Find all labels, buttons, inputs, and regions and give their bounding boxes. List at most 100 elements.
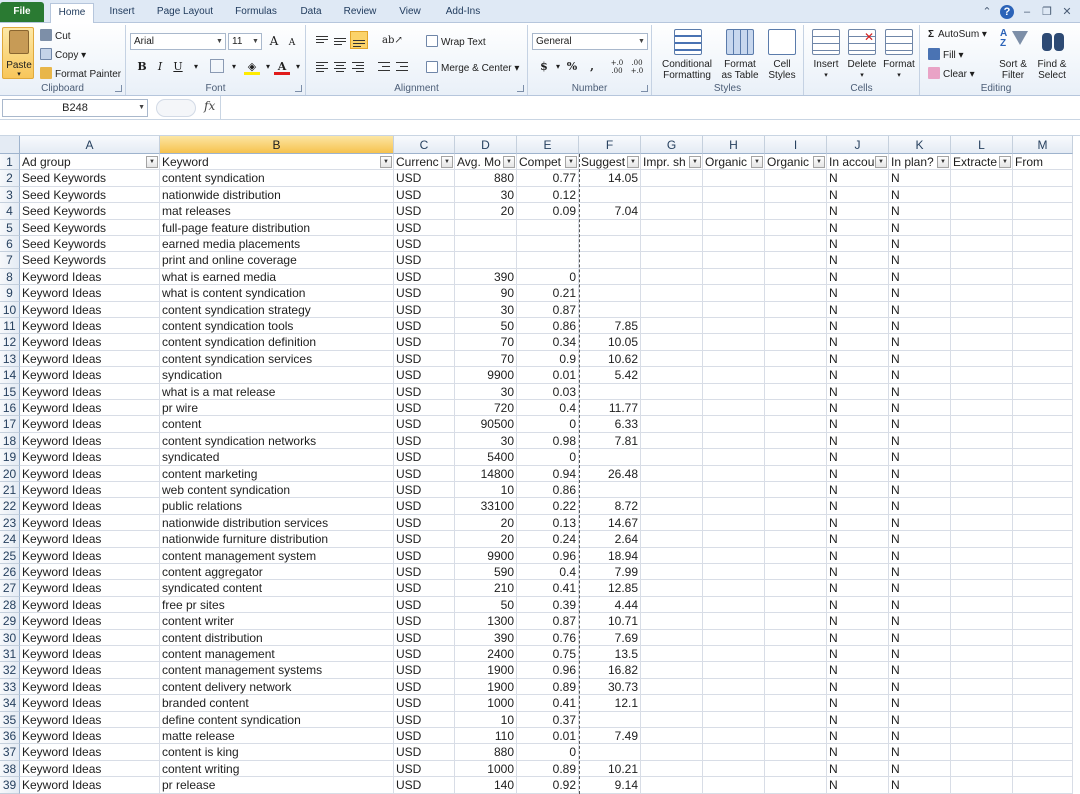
table-cell[interactable]: N: [827, 170, 889, 187]
table-cell[interactable]: 110: [455, 728, 517, 745]
table-cell[interactable]: 0.01: [517, 728, 579, 745]
table-cell[interactable]: 0.41: [517, 695, 579, 712]
table-cell[interactable]: Seed Keywords: [20, 203, 160, 220]
row-header[interactable]: 29: [0, 613, 20, 630]
table-cell[interactable]: Seed Keywords: [20, 236, 160, 253]
table-cell[interactable]: N: [889, 268, 951, 286]
table-cell[interactable]: [641, 646, 703, 663]
table-cell[interactable]: Keyword Ideas: [20, 367, 160, 384]
row-header[interactable]: 34: [0, 695, 20, 712]
table-cell[interactable]: [641, 629, 703, 646]
table-cell[interactable]: [579, 285, 641, 302]
table-cell[interactable]: [641, 301, 703, 318]
table-cell[interactable]: USD: [394, 268, 455, 286]
table-cell[interactable]: [951, 711, 1013, 728]
increase-decimal-button[interactable]: +.0 .00: [608, 59, 626, 75]
column-header-h[interactable]: H: [703, 136, 765, 154]
table-cell[interactable]: Keyword Ideas: [20, 285, 160, 302]
table-cell[interactable]: 0.13: [517, 514, 579, 532]
table-cell[interactable]: [1013, 580, 1073, 597]
table-cell[interactable]: 7.85: [579, 318, 641, 335]
table-cell[interactable]: [703, 350, 765, 368]
table-cell[interactable]: 0.89: [517, 678, 579, 696]
table-cell[interactable]: content delivery network: [160, 678, 394, 696]
table-cell[interactable]: 0.86: [517, 482, 579, 499]
table-cell[interactable]: content syndication services: [160, 350, 394, 368]
table-cell[interactable]: [1013, 432, 1073, 450]
table-cell[interactable]: pr release: [160, 777, 394, 794]
row-header[interactable]: 25: [0, 547, 20, 564]
table-cell[interactable]: [641, 449, 703, 466]
table-cell[interactable]: [951, 318, 1013, 335]
table-cell[interactable]: [765, 236, 827, 253]
table-cell[interactable]: [765, 514, 827, 532]
table-cell[interactable]: [703, 186, 765, 204]
table-cell[interactable]: [951, 646, 1013, 663]
column-header-e[interactable]: E: [517, 136, 579, 154]
table-cell[interactable]: N: [827, 547, 889, 564]
row-header[interactable]: 1: [0, 154, 20, 171]
row-header[interactable]: 20: [0, 465, 20, 482]
table-cell[interactable]: N: [889, 334, 951, 351]
table-cell[interactable]: [1013, 646, 1073, 663]
table-cell[interactable]: 880: [455, 744, 517, 761]
table-cell[interactable]: [703, 268, 765, 286]
table-cell[interactable]: N: [827, 695, 889, 712]
table-cell[interactable]: 0.92: [517, 777, 579, 794]
table-cell[interactable]: USD: [394, 580, 455, 597]
grow-font-button[interactable]: A: [266, 33, 282, 49]
row-header[interactable]: 4: [0, 203, 20, 220]
row-header[interactable]: 23: [0, 514, 20, 532]
table-cell[interactable]: content: [160, 416, 394, 433]
column-title-cell[interactable]: Ad group ▼: [20, 154, 160, 171]
table-cell[interactable]: N: [889, 252, 951, 269]
table-cell[interactable]: [455, 219, 517, 236]
table-cell[interactable]: [1013, 531, 1073, 548]
table-cell[interactable]: [579, 252, 641, 269]
table-cell[interactable]: 26.48: [579, 465, 641, 482]
table-cell[interactable]: USD: [394, 646, 455, 663]
table-cell[interactable]: 30: [455, 432, 517, 450]
table-cell[interactable]: [579, 268, 641, 286]
filter-dropdown-icon[interactable]: ▼: [999, 156, 1011, 168]
table-cell[interactable]: N: [889, 383, 951, 400]
table-cell[interactable]: [703, 498, 765, 515]
table-cell[interactable]: [641, 498, 703, 515]
table-cell[interactable]: N: [827, 580, 889, 597]
table-cell[interactable]: 1900: [455, 678, 517, 696]
table-cell[interactable]: [765, 203, 827, 220]
row-header[interactable]: 28: [0, 596, 20, 614]
table-cell[interactable]: N: [827, 629, 889, 646]
table-cell[interactable]: 90500: [455, 416, 517, 433]
table-cell[interactable]: [951, 350, 1013, 368]
table-cell[interactable]: 5.42: [579, 367, 641, 384]
table-cell[interactable]: 10: [455, 482, 517, 499]
clear-button[interactable]: Clear ▾: [928, 67, 975, 80]
table-cell[interactable]: 10.05: [579, 334, 641, 351]
table-cell[interactable]: USD: [394, 613, 455, 630]
column-title-cell[interactable]: Organic ▼: [703, 154, 765, 171]
table-cell[interactable]: [1013, 416, 1073, 433]
table-cell[interactable]: 0.9: [517, 350, 579, 368]
row-header[interactable]: 3: [0, 186, 20, 204]
font-size-select[interactable]: 11 ▼: [228, 33, 262, 50]
table-cell[interactable]: 0.96: [517, 547, 579, 564]
table-cell[interactable]: [951, 334, 1013, 351]
tab-review[interactable]: Review: [336, 3, 384, 23]
shrink-font-button[interactable]: A: [284, 35, 300, 51]
table-cell[interactable]: N: [827, 514, 889, 532]
table-cell[interactable]: web content syndication: [160, 482, 394, 499]
table-cell[interactable]: [951, 203, 1013, 220]
table-cell[interactable]: syndicated: [160, 449, 394, 466]
table-cell[interactable]: N: [889, 596, 951, 614]
table-cell[interactable]: 7.81: [579, 432, 641, 450]
table-cell[interactable]: [765, 350, 827, 368]
table-cell[interactable]: [1013, 482, 1073, 499]
table-cell[interactable]: USD: [394, 744, 455, 761]
table-cell[interactable]: [765, 629, 827, 646]
table-cell[interactable]: 0.89: [517, 760, 579, 778]
table-cell[interactable]: USD: [394, 252, 455, 269]
fill-color-icon[interactable]: ◈: [244, 59, 260, 75]
table-cell[interactable]: [517, 252, 579, 269]
table-cell[interactable]: [951, 252, 1013, 269]
